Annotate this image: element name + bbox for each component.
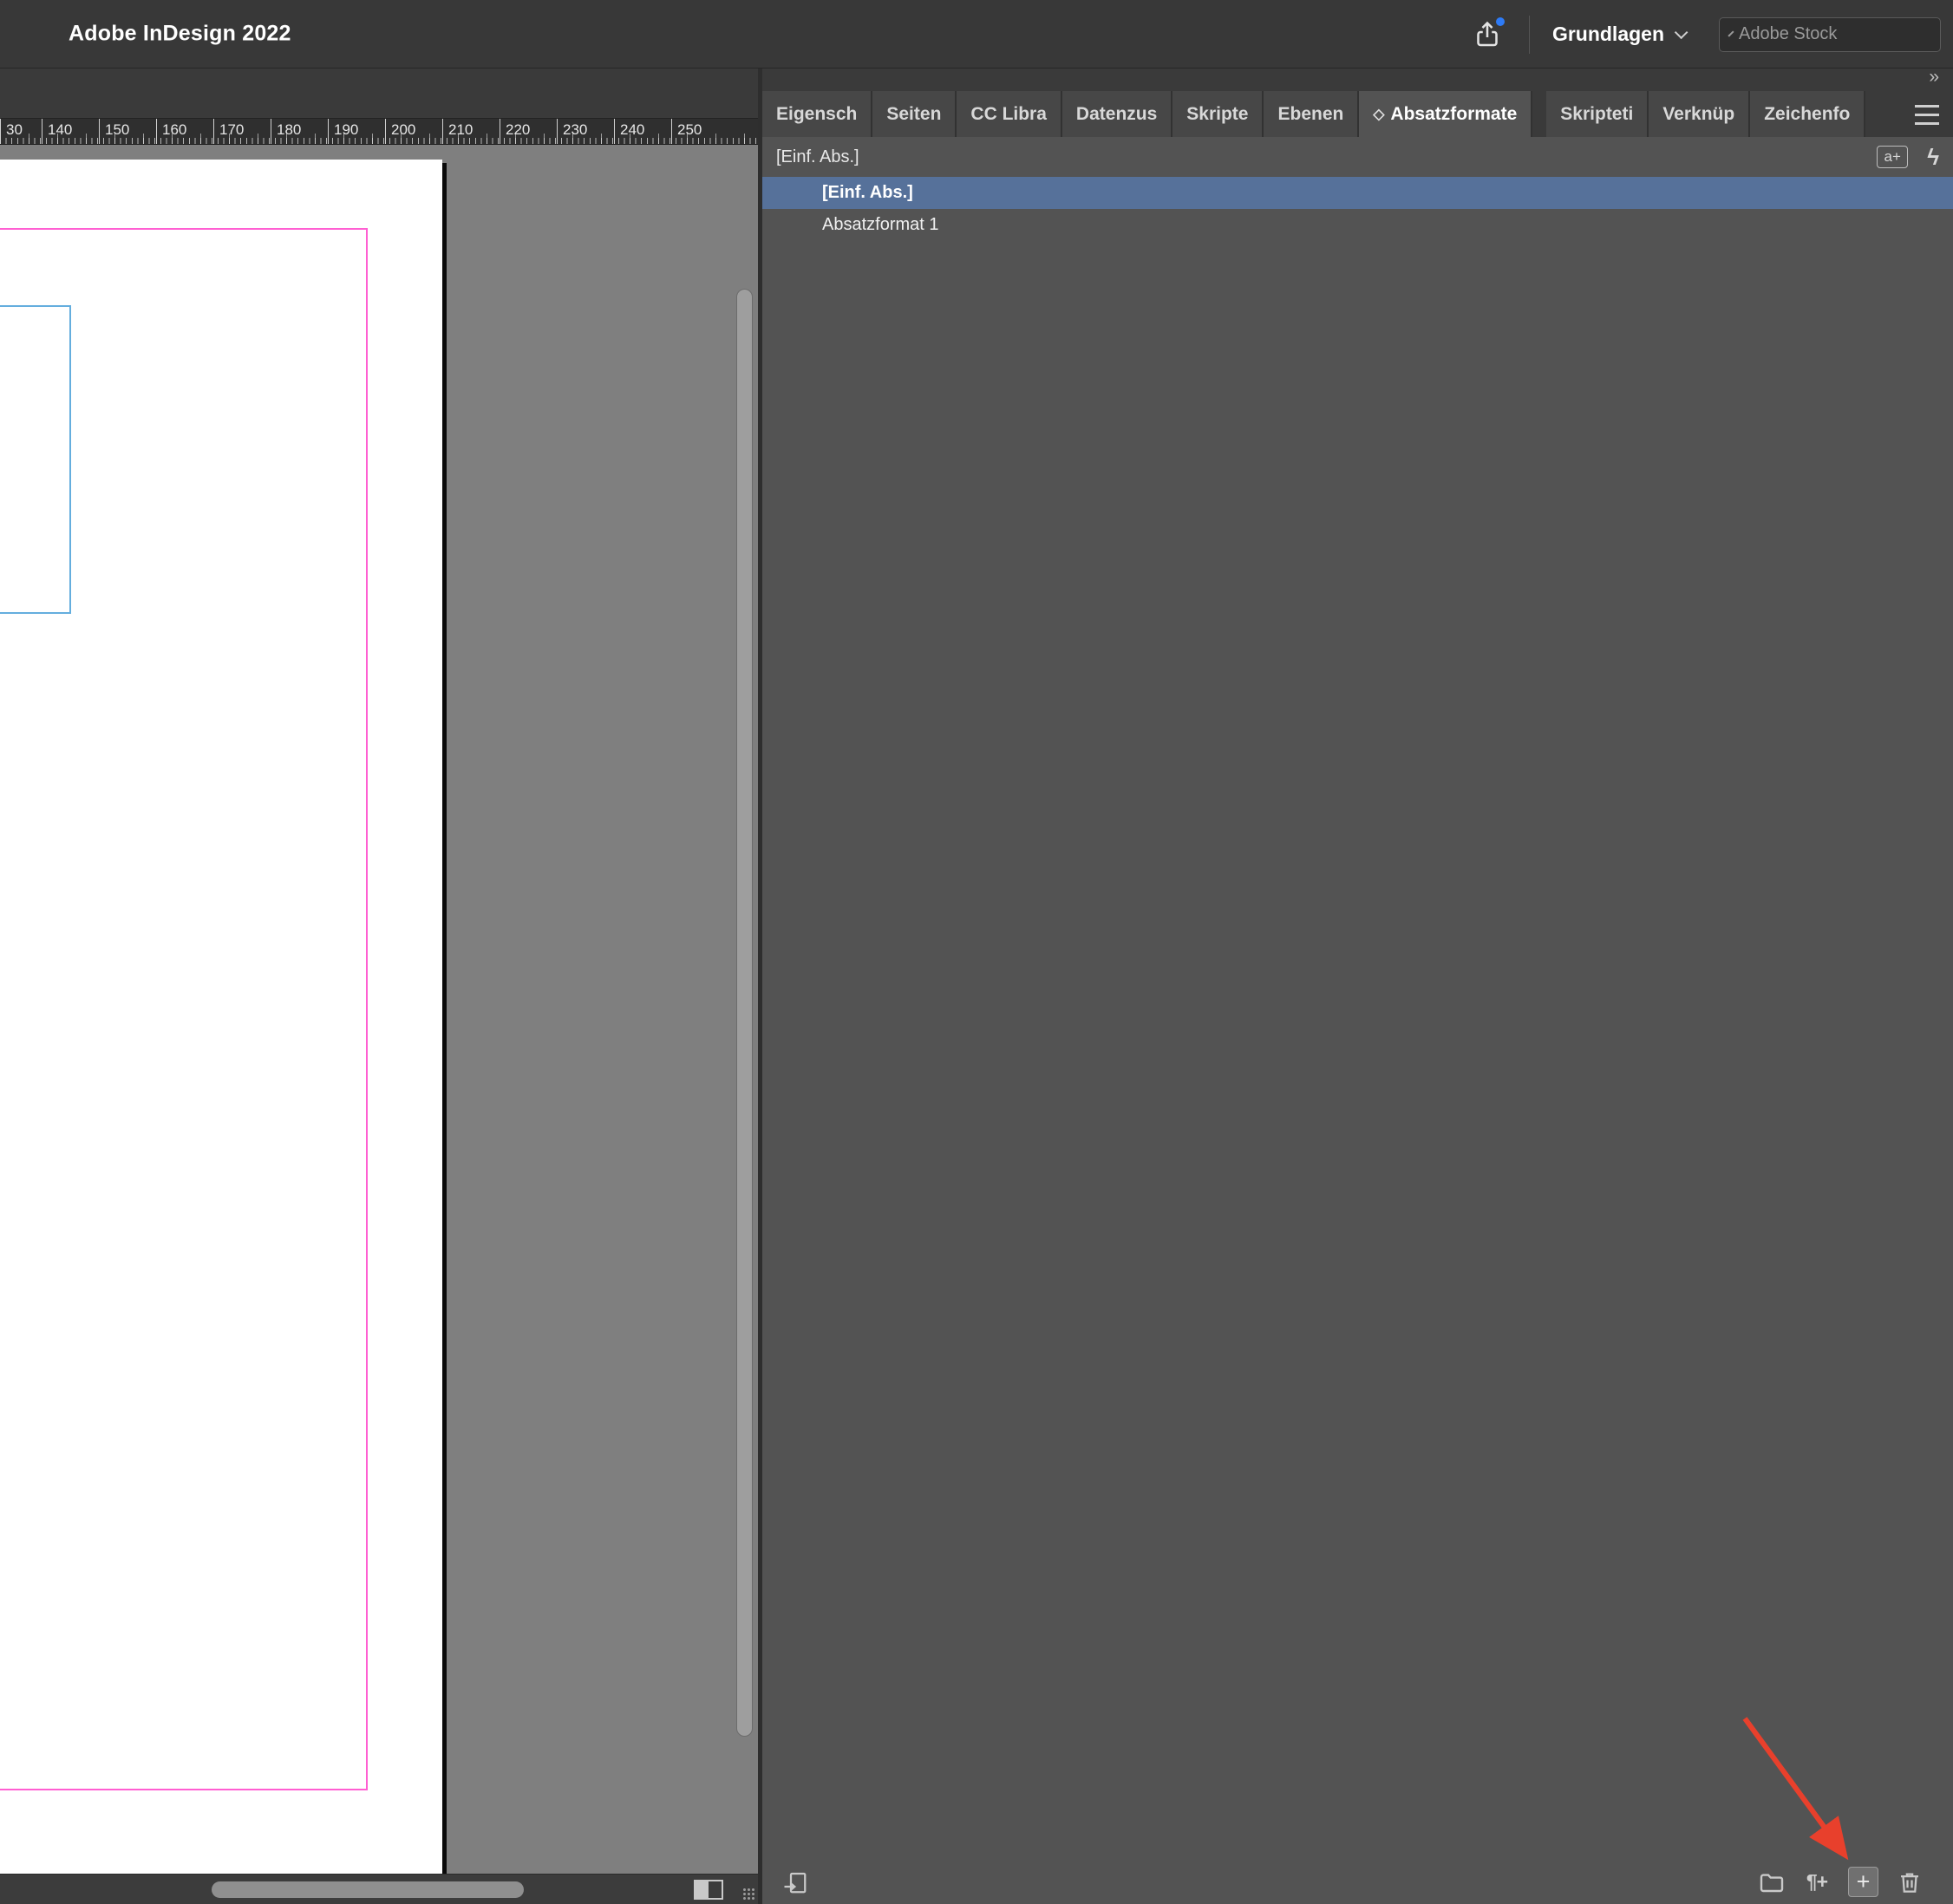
workspace-switcher[interactable]: Grundlagen xyxy=(1551,23,1688,46)
current-style-label: [Einf. Abs.] xyxy=(776,147,859,166)
arrow-into-panel-icon[interactable] xyxy=(781,1868,809,1896)
app-title: Adobe InDesign 2022 xyxy=(69,21,291,46)
document-canvas-area: 30 140 150 160 170 180 190 200 210 220 2… xyxy=(0,68,758,1904)
ruler-label: 140 xyxy=(42,119,72,144)
horizontal-scrollbar-thumb[interactable] xyxy=(212,1881,524,1898)
titlebar-separator xyxy=(1528,15,1530,54)
panel-footer: ¶+ + xyxy=(762,1861,1953,1904)
tab-label: Verknüp xyxy=(1662,103,1735,124)
panel-tab[interactable]: CC Libra xyxy=(957,91,1062,137)
tab-label: CC Libra xyxy=(970,103,1047,124)
ruler-label: 240 xyxy=(614,119,644,144)
document-page[interactable] xyxy=(0,160,442,1874)
panel-menu-icon[interactable] xyxy=(1915,105,1939,125)
titlebar: Adobe InDesign 2022 Grundlagen xyxy=(0,0,1953,68)
ruler-label: 190 xyxy=(328,119,358,144)
styles-list: [Einf. Abs.] Absatzformat 1 xyxy=(762,177,1953,241)
style-row[interactable]: Absatzformat 1 xyxy=(762,209,1953,241)
panel-tab[interactable]: Skripteti xyxy=(1546,91,1649,137)
horizontal-scrollbar[interactable] xyxy=(0,1874,758,1904)
panel-tabbar: Eigensch Seiten CC Libra Datenzus Skript… xyxy=(762,91,1953,137)
panel-tab[interactable]: Seiten xyxy=(872,91,957,137)
ruler-label: 250 xyxy=(671,119,702,144)
style-row-label: [Einf. Abs.] xyxy=(822,183,913,202)
spread-view-icon[interactable] xyxy=(694,1880,723,1900)
adobe-stock-search[interactable] xyxy=(1719,16,1953,52)
tab-label: Datenzus xyxy=(1075,103,1158,124)
panel-tab[interactable]: Verknüp xyxy=(1649,91,1751,137)
ruler-label: 200 xyxy=(385,119,415,144)
search-input[interactable] xyxy=(1739,24,1953,44)
ruler-label: 160 xyxy=(156,119,186,144)
ruler-label: 180 xyxy=(271,119,301,144)
panel-top-strip: » xyxy=(762,67,1953,91)
redefine-style-icon[interactable]: a+ xyxy=(1877,146,1909,168)
style-row[interactable]: [Einf. Abs.] xyxy=(762,177,1953,209)
quick-apply-icon[interactable]: ϟ xyxy=(1927,144,1939,171)
panel-tab[interactable]: Datenzus xyxy=(1061,91,1173,137)
ruler-label: 170 xyxy=(213,119,244,144)
ruler-label: 30 xyxy=(0,119,23,144)
workspace-label: Grundlagen xyxy=(1551,23,1664,45)
pasteboard[interactable] xyxy=(0,145,758,1874)
styles-header: [Einf. Abs.] a+ ϟ xyxy=(762,137,1953,177)
tab-sync-icon: ◇ xyxy=(1373,105,1385,122)
panel-tab[interactable]: Eigensch xyxy=(762,91,873,137)
panel-tab[interactable]: Ebenen xyxy=(1264,91,1360,137)
notification-dot xyxy=(1495,16,1505,26)
vertical-scrollbar-thumb[interactable] xyxy=(736,289,753,1737)
ruler-label: 210 xyxy=(442,119,473,144)
style-row-label: Absatzformat 1 xyxy=(822,215,939,234)
create-style-group-icon[interactable] xyxy=(1758,1868,1786,1896)
ruler-label: 150 xyxy=(99,119,129,144)
tab-label: Zeichenfo xyxy=(1764,103,1851,124)
clear-overrides-icon[interactable]: ¶+ xyxy=(1803,1868,1831,1896)
tab-label: Absatzformate xyxy=(1390,103,1518,124)
tab-label: Skripte xyxy=(1186,103,1249,124)
paragraph-styles-panel: » Eigensch Seiten CC Libra Datenzus Skri… xyxy=(762,67,1953,1904)
tab-label: Eigensch xyxy=(776,103,858,124)
chevron-down-icon xyxy=(1674,25,1688,40)
vertical-scrollbar[interactable] xyxy=(735,145,755,1874)
resize-grip[interactable] xyxy=(742,1888,754,1900)
share-button[interactable] xyxy=(1468,16,1506,54)
ruler-label: 220 xyxy=(500,119,530,144)
ruler-label: 230 xyxy=(557,119,587,144)
horizontal-ruler: 30 140 150 160 170 180 190 200 210 220 2… xyxy=(0,118,758,145)
panel-tab[interactable]: ◇ Absatzformate xyxy=(1359,91,1533,137)
panel-collapse-icon[interactable]: » xyxy=(1929,67,1939,88)
styles-list-empty-area xyxy=(762,241,1953,1861)
create-new-style-button[interactable]: + xyxy=(1848,1867,1878,1897)
tab-label: Seiten xyxy=(886,103,942,124)
delete-style-icon[interactable] xyxy=(1896,1868,1924,1896)
panel-tab[interactable]: Skripte xyxy=(1172,91,1264,137)
panel-tab[interactable]: Zeichenfo xyxy=(1750,91,1866,137)
tab-label: Ebenen xyxy=(1277,103,1344,124)
text-frame[interactable] xyxy=(0,305,71,614)
search-chevron-icon xyxy=(1728,29,1734,37)
titlebar-right: Grundlagen xyxy=(1468,0,1953,68)
tab-label: Skripteti xyxy=(1560,103,1634,124)
